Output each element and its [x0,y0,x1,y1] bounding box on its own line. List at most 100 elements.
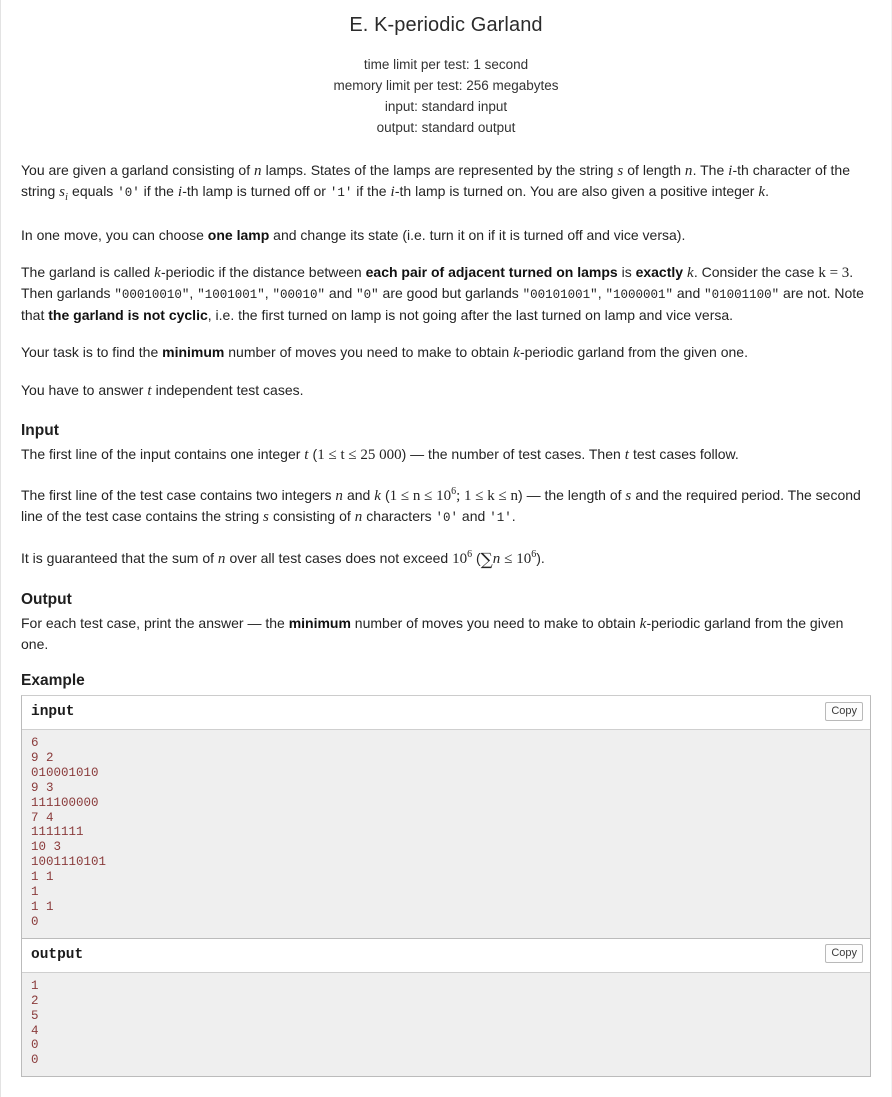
code-one: '1' [489,511,512,525]
math-k: k [639,616,647,632]
text-fragment: ) — the length of [518,487,626,503]
input-paragraph-3: It is guaranteed that the sum of n over … [21,545,871,570]
input-spec: input: standard input [384,99,508,114]
input-section-heading: Input [21,422,59,439]
problem-statement: You are given a garland consisting of n … [21,160,871,401]
emphasis-minimum: minimum [162,344,225,360]
output-spec: output: standard output [376,120,516,135]
text-fragment: consisting of [269,508,355,524]
text-fragment: It is guaranteed that the sum of [21,550,218,566]
output-section: Output For each test case, print the ans… [21,590,871,654]
text-fragment: number of moves you need to make to obta… [224,344,514,360]
code-good-garland-1: "00010010" [114,288,190,302]
text-fragment: In one move, you can choose [21,227,208,243]
code-one: '1' [329,186,353,200]
sample-frame: input Copy 6 9 2 010001010 9 3 111100000… [21,695,871,1078]
problem-page: E. K-periodic Garland time limit per tes… [0,0,892,1097]
text-fragment: ). [536,550,545,566]
text-fragment: You are given a garland consisting of [21,162,254,178]
math-sum-bound: ≤ 106 [500,549,536,567]
text-fragment: are good but garlands [378,285,523,301]
text-fragment: -periodic if the distance between [160,264,366,280]
text-fragment: The first line of the test case contains… [21,487,336,503]
sample-input-block: input Copy 6 9 2 010001010 9 3 111100000… [22,696,870,938]
text-fragment: over all test cases does not exceed [225,550,453,566]
emphasis-minimum: minimum [288,615,351,631]
code-bad-garland-2: "1000001" [605,288,673,302]
math-n-range: 1 ≤ n ≤ 106 [389,486,456,504]
math-s-i: si [59,184,68,203]
statement-paragraph-4: Your task is to find the minimum number … [21,342,871,363]
text-fragment: ; [456,488,465,504]
math-k: k [154,265,161,281]
math-n: n [335,488,344,504]
text-fragment: . Consider the case [693,264,819,280]
code-bad-garland-1: "00101001" [522,288,598,302]
text-fragment: -periodic garland from the given one. [519,344,748,360]
time-limit: time limit per test: 1 second [363,57,529,72]
copy-input-button[interactable]: Copy [825,702,863,721]
example-heading: Example [21,672,85,689]
code-bad-garland-3: "01001100" [704,288,780,302]
math-k-range: 1 ≤ k ≤ n [464,488,519,504]
statement-paragraph-3: The garland is called k-periodic if the … [21,262,871,325]
code-good-garland-4: "0" [356,288,379,302]
math-k: k [513,345,520,361]
sample-input-label: input [22,696,870,730]
output-paragraph-1: For each test case, print the answer — t… [21,613,871,654]
text-fragment: ( [472,550,481,566]
text-fragment: The first line of the input contains one… [21,446,305,462]
text-fragment: 10 [452,551,468,567]
text-fragment: , [264,285,273,301]
text-fragment: The garland is called [21,264,155,280]
text-fragment: ) — the number of test cases. Then [401,446,625,462]
text-fragment: -th lamp is turned off or [182,183,330,199]
text-fragment: test cases follow. [629,446,739,462]
math-sum-limit: 106 [452,549,472,567]
sample-output-label: output [22,937,870,973]
math-k-equals-3: k = 3 [818,265,850,281]
code-good-garland-2: "1001001" [197,288,265,302]
math-k: k [686,265,694,281]
text-fragment: and [325,285,357,301]
page-title: E. K-periodic Garland [349,14,543,36]
text-fragment: lamps. States of the lamps are represent… [261,162,618,178]
problem-header: E. K-periodic Garland time limit per tes… [21,0,871,138]
sample-output-text: 1 2 5 4 0 0 [22,972,870,1077]
text-fragment: ( [381,487,390,503]
input-section: Input The first line of the input contai… [21,421,871,570]
text-fragment: You have to answer [21,382,148,398]
text-fragment: if the [352,183,391,199]
text-fragment: 1 ≤ n ≤ 10 [389,488,452,504]
text-fragment: ( [308,446,318,462]
text-fragment: . The [692,162,729,178]
text-fragment: of length [623,162,685,178]
text-fragment: -th lamp is turned on. You are also give… [394,183,759,199]
text-fragment: characters [362,508,436,524]
text-fragment: if the [139,183,178,199]
code-zero: '0' [117,186,140,200]
text-fragment: ≤ 10 [500,551,532,567]
text-fragment: and change its state (i.e. turn it on if… [269,227,686,243]
text-fragment: number of moves you need to make to obta… [350,615,640,631]
sample-tests: Example input Copy 6 9 2 010001010 9 3 1… [21,672,871,1078]
text-fragment: and [458,508,490,524]
text-fragment: , i.e. the first turned on lamp is not g… [207,307,734,323]
math-sigma-icon: ∑ [480,550,493,570]
statement-paragraph-5: You have to answer t independent test ca… [21,380,871,401]
text-fragment: independent test cases. [151,382,304,398]
text-fragment: and [343,487,375,503]
emphasis-not-cyclic: the garland is not cyclic [48,307,208,323]
text-fragment: equals [68,183,118,199]
statement-paragraph-2: In one move, you can choose one lamp and… [21,225,871,245]
statement-paragraph-1: You are given a garland consisting of n … [21,160,871,208]
text-fragment: and [672,285,705,301]
math-n: n [253,163,262,179]
emphasis-exactly: exactly [635,264,684,280]
memory-limit: memory limit per test: 256 megabytes [333,78,559,93]
text-fragment: . [765,183,770,199]
copy-output-button[interactable]: Copy [825,943,863,963]
emphasis-adjacent-pair: each pair of adjacent turned on lamps [365,264,618,280]
text-fragment: Your task is to find the [21,344,163,360]
emphasis-one-lamp: one lamp [207,227,270,243]
